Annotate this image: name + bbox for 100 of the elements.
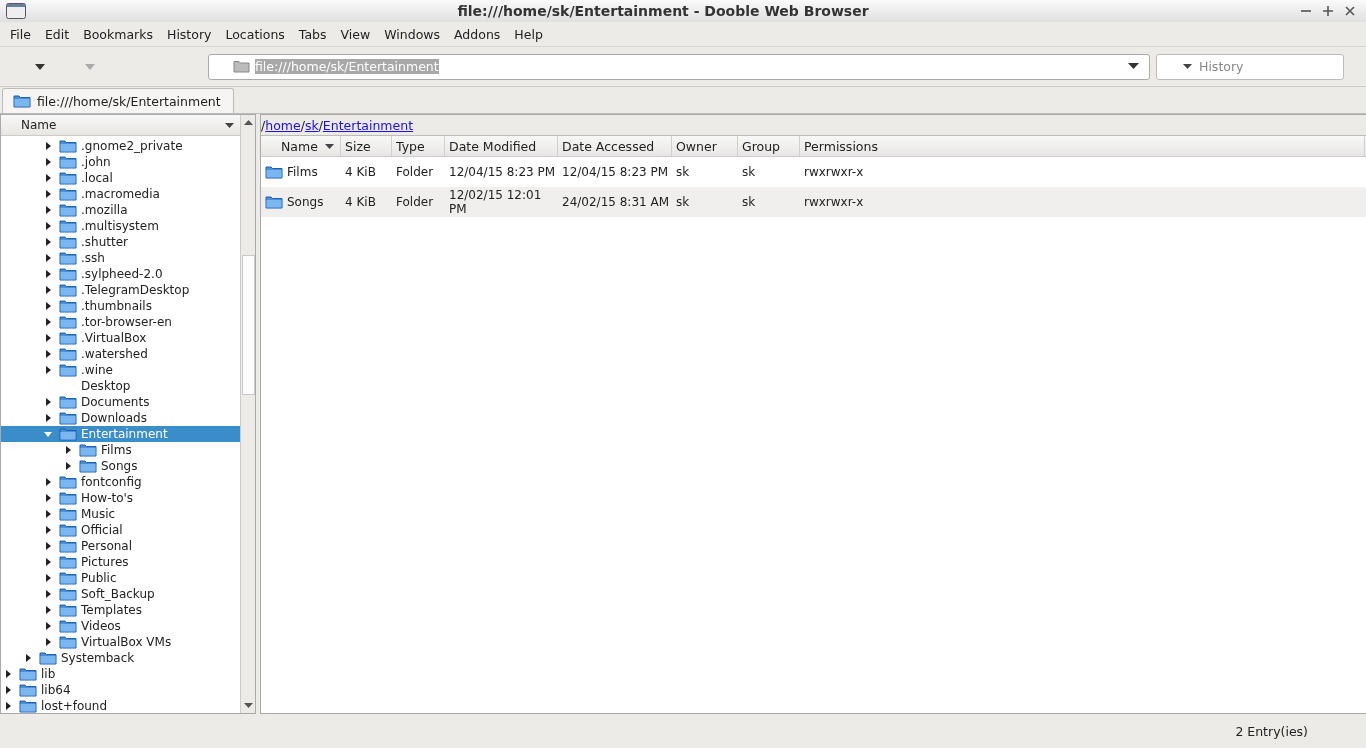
tree-item-label: .shutter bbox=[81, 235, 128, 249]
menu-item[interactable]: History bbox=[160, 26, 219, 42]
tree-item[interactable]: lib64 bbox=[1, 682, 241, 698]
tree-item[interactable]: .gnome2_private bbox=[1, 138, 241, 154]
menu-item[interactable]: Windows bbox=[377, 26, 448, 42]
tree-item[interactable]: .multisystem bbox=[1, 218, 241, 234]
folder-icon bbox=[59, 203, 77, 217]
folder-icon bbox=[79, 459, 97, 473]
tree-item[interactable]: Music bbox=[1, 506, 241, 522]
tree-item[interactable]: .mozilla bbox=[1, 202, 241, 218]
back-dropdown-icon[interactable] bbox=[34, 62, 46, 71]
tree-item-label: .macromedia bbox=[81, 187, 160, 201]
table-cell: 24/02/15 8:31 AM bbox=[562, 195, 670, 209]
tree-item-label: .sylpheed-2.0 bbox=[81, 267, 163, 281]
tree-item-label: Music bbox=[81, 507, 116, 521]
tree-item[interactable]: Films bbox=[1, 442, 241, 458]
tree-item[interactable]: Official bbox=[1, 522, 241, 538]
tree-item-label: lib bbox=[41, 667, 56, 681]
column-header[interactable]: Type bbox=[392, 136, 445, 156]
column-header[interactable]: Size bbox=[341, 136, 392, 156]
menu-item[interactable]: Bookmarks bbox=[76, 26, 160, 42]
tree-item[interactable]: Public bbox=[1, 570, 241, 586]
folder-icon bbox=[19, 699, 37, 713]
scroll-up-icon[interactable] bbox=[243, 119, 253, 125]
tree-item[interactable]: Songs bbox=[1, 458, 241, 474]
maximize-icon[interactable] bbox=[1322, 5, 1334, 17]
tree-item[interactable]: .ssh bbox=[1, 250, 241, 266]
menu-item[interactable]: Locations bbox=[218, 26, 292, 42]
dropdown-caret-icon[interactable] bbox=[1128, 63, 1139, 70]
tree-item[interactable]: .tor-browser-en bbox=[1, 314, 241, 330]
scroll-down-icon[interactable] bbox=[243, 703, 253, 709]
folder-icon bbox=[59, 491, 77, 505]
folder-icon bbox=[59, 427, 77, 441]
column-header[interactable]: Date Accessed bbox=[558, 136, 672, 156]
tree-item[interactable]: Desktop bbox=[1, 378, 241, 394]
tree-item[interactable]: fontconfig bbox=[1, 474, 241, 490]
scrollbar[interactable] bbox=[240, 115, 255, 713]
tree-item[interactable]: Templates bbox=[1, 602, 241, 618]
column-header[interactable]: Group bbox=[738, 136, 800, 156]
tree-item[interactable]: lib bbox=[1, 666, 241, 682]
scroll-thumb[interactable] bbox=[241, 255, 255, 395]
column-header[interactable]: Permissions bbox=[800, 136, 1365, 156]
breadcrumb-link[interactable]: sk bbox=[304, 117, 319, 133]
tree-item[interactable]: .VirtualBox bbox=[1, 330, 241, 346]
folder-icon bbox=[59, 587, 77, 601]
tree-item[interactable]: .shutter bbox=[1, 234, 241, 250]
tree-item[interactable]: VirtualBox VMs bbox=[1, 634, 241, 650]
tree-item[interactable]: .wine bbox=[1, 362, 241, 378]
collapse-arrow-icon[interactable] bbox=[43, 429, 53, 439]
tree-item-label: Pictures bbox=[81, 555, 129, 569]
breadcrumb-link[interactable]: home bbox=[265, 117, 301, 133]
sort-caret-icon bbox=[225, 122, 235, 128]
breadcrumb-link[interactable]: Entertainment bbox=[322, 117, 414, 133]
menu-item[interactable]: File bbox=[3, 26, 38, 42]
tree-item[interactable]: lost+found bbox=[1, 698, 241, 713]
tree-item[interactable]: Personal bbox=[1, 538, 241, 554]
folder-icon bbox=[265, 165, 283, 179]
tree-item[interactable]: .john bbox=[1, 154, 241, 170]
tree-item[interactable]: Entertainment bbox=[1, 426, 241, 442]
column-header[interactable]: Date Modified bbox=[445, 136, 558, 156]
menu-item[interactable]: Edit bbox=[37, 26, 77, 42]
tree-item[interactable]: Videos bbox=[1, 618, 241, 634]
table-cell: sk bbox=[676, 165, 690, 179]
tree-item-label: Entertainment bbox=[81, 427, 168, 441]
menu-item[interactable]: Tabs bbox=[291, 26, 334, 42]
tree-item[interactable]: .watershed bbox=[1, 346, 241, 362]
tree-item[interactable]: .macromedia bbox=[1, 186, 241, 202]
tree-item[interactable]: How-to's bbox=[1, 490, 241, 506]
table-cell: sk bbox=[742, 195, 756, 209]
tree-item[interactable]: Pictures bbox=[1, 554, 241, 570]
tree-item-label: fontconfig bbox=[81, 475, 142, 489]
tree-item[interactable]: Systemback bbox=[1, 650, 241, 666]
tree-item[interactable]: .local bbox=[1, 170, 241, 186]
folder-icon bbox=[19, 683, 37, 697]
tree-item-label: Songs bbox=[101, 459, 138, 473]
tree-item-label: Personal bbox=[81, 539, 132, 553]
tab[interactable]: file:///home/sk/Entertainment bbox=[2, 88, 234, 113]
column-header[interactable]: Name bbox=[1, 115, 241, 136]
tree-item[interactable]: Soft_Backup bbox=[1, 586, 241, 602]
menu-item[interactable]: Addons bbox=[447, 26, 508, 42]
tree-item[interactable]: Documents bbox=[1, 394, 241, 410]
dropdown-caret-icon[interactable] bbox=[1183, 63, 1192, 70]
tree-item[interactable]: .TelegramDesktop bbox=[1, 282, 241, 298]
column-header[interactable]: Name bbox=[261, 136, 341, 156]
status-text: 2 Entry(ies) bbox=[1235, 723, 1308, 739]
column-header[interactable]: Owner bbox=[672, 136, 738, 156]
folder-icon bbox=[59, 219, 77, 233]
folder-icon bbox=[13, 94, 31, 108]
history-field[interactable]: History bbox=[1156, 53, 1344, 80]
tree-item-label: Public bbox=[81, 571, 117, 585]
tree-item-label: Systemback bbox=[61, 651, 135, 665]
close-icon[interactable] bbox=[1344, 5, 1356, 17]
tree-item[interactable]: .sylpheed-2.0 bbox=[1, 266, 241, 282]
menu-item[interactable]: Help bbox=[507, 26, 550, 42]
folder-icon bbox=[59, 187, 77, 201]
menu-item[interactable]: View bbox=[333, 26, 378, 42]
folder-icon bbox=[79, 443, 97, 457]
tree-item[interactable]: Downloads bbox=[1, 410, 241, 426]
folder-icon bbox=[59, 347, 77, 361]
tree-item[interactable]: .thumbnails bbox=[1, 298, 241, 314]
